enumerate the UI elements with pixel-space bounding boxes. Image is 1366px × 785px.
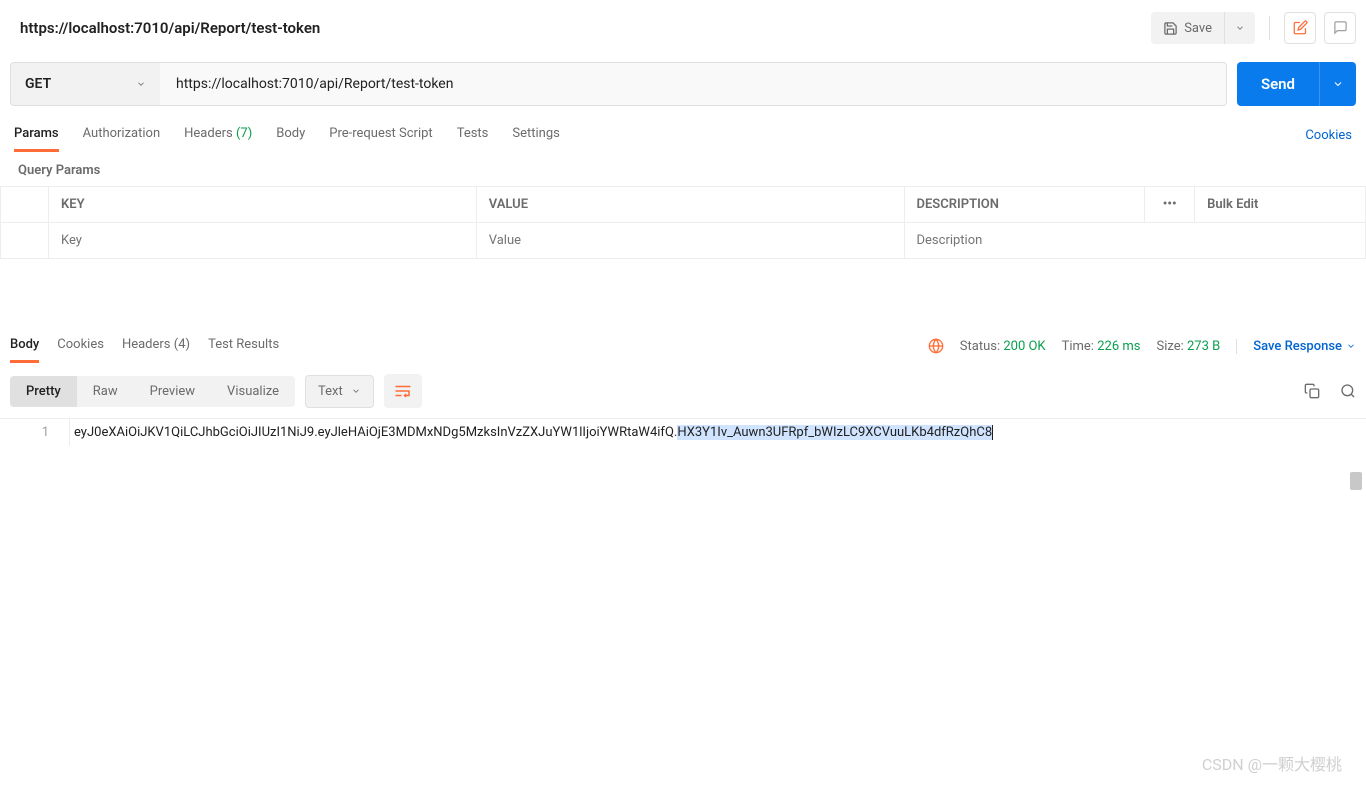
response-headers-label: Headers	[122, 337, 171, 352]
header-actions: Save	[1151, 12, 1356, 44]
line-number: 1	[0, 419, 70, 446]
query-params-label: Query Params	[0, 153, 1366, 186]
copy-button[interactable]	[1304, 383, 1320, 399]
comment-icon	[1333, 20, 1348, 35]
time-label: Time:	[1062, 339, 1094, 354]
col-options[interactable]: •••	[1145, 187, 1195, 223]
send-dropdown[interactable]	[1319, 62, 1356, 106]
response-tab-cookies[interactable]: Cookies	[57, 329, 104, 363]
time-meta: Time: 226 ms	[1062, 339, 1141, 354]
save-label: Save	[1184, 21, 1212, 36]
tab-authorization[interactable]: Authorization	[83, 118, 161, 152]
response-headers-count: (4)	[174, 337, 190, 352]
wrap-icon	[394, 383, 412, 399]
save-response-label: Save Response	[1253, 339, 1342, 354]
checkbox-header	[1, 187, 49, 223]
save-response-link[interactable]: Save Response	[1236, 339, 1356, 354]
save-icon	[1163, 20, 1178, 35]
pencil-icon	[1293, 20, 1308, 35]
tab-params[interactable]: Params	[14, 118, 59, 152]
chevron-down-icon	[1332, 77, 1344, 92]
view-preview[interactable]: Preview	[134, 376, 211, 407]
response-tab-test-results[interactable]: Test Results	[208, 329, 279, 363]
response-body-text[interactable]: eyJ0eXAiOiJKV1QiLCJhbGciOiJIUzI1NiJ9.eyJ…	[70, 419, 1366, 446]
url-container: GET	[10, 62, 1227, 106]
save-button[interactable]: Save	[1151, 12, 1224, 44]
tab-headers-count: (7)	[236, 126, 252, 141]
search-button[interactable]	[1340, 383, 1356, 399]
format-select[interactable]: Text	[305, 375, 374, 408]
tab-headers[interactable]: Headers (7)	[184, 118, 252, 152]
chevron-down-icon	[1346, 339, 1356, 354]
url-input[interactable]	[160, 62, 1227, 106]
send-button-group: Send	[1237, 62, 1356, 106]
cookies-link[interactable]: Cookies	[1305, 128, 1352, 143]
size-meta: Size: 273 B	[1156, 339, 1220, 354]
search-icon	[1340, 383, 1356, 398]
col-desc: DESCRIPTION	[904, 187, 1145, 223]
wrap-toggle[interactable]	[384, 374, 422, 408]
bulk-edit-link[interactable]: Bulk Edit	[1195, 187, 1366, 223]
copy-icon	[1304, 383, 1320, 398]
value-input[interactable]	[489, 233, 892, 248]
save-button-group: Save	[1151, 12, 1255, 44]
col-key: KEY	[49, 187, 477, 223]
send-button[interactable]: Send	[1237, 62, 1319, 106]
size-label: Size:	[1156, 339, 1183, 354]
scrollbar-handle[interactable]	[1350, 472, 1362, 490]
time-value: 226 ms	[1097, 339, 1140, 354]
checkbox-cell[interactable]	[1, 223, 49, 259]
ellipsis-icon: •••	[1163, 197, 1177, 212]
status-value: 200 OK	[1003, 339, 1045, 354]
divider	[1269, 16, 1270, 40]
view-raw[interactable]: Raw	[77, 376, 134, 407]
chevron-down-icon	[1235, 21, 1245, 36]
edit-button[interactable]	[1284, 12, 1316, 44]
watermark: CSDN @一颗大樱桃	[1202, 751, 1342, 775]
status-meta: Status: 200 OK	[960, 339, 1046, 354]
response-tab-headers[interactable]: Headers (4)	[122, 329, 190, 363]
method-select[interactable]: GET	[10, 62, 160, 106]
request-title: https://localhost:7010/api/Report/test-t…	[20, 19, 320, 37]
table-row	[1, 223, 1366, 259]
response-tab-body[interactable]: Body	[10, 329, 39, 363]
body-plain: eyJ0eXAiOiJKV1QiLCJhbGciOiJIUzI1NiJ9.eyJ…	[74, 425, 677, 440]
tab-settings[interactable]: Settings	[512, 118, 559, 152]
tab-tests[interactable]: Tests	[457, 118, 489, 152]
tab-prerequest[interactable]: Pre-request Script	[329, 118, 432, 152]
view-visualize[interactable]: Visualize	[211, 376, 295, 407]
status-label: Status:	[960, 339, 1000, 354]
desc-input[interactable]	[917, 233, 1354, 248]
format-label: Text	[318, 384, 343, 399]
network-icon[interactable]	[928, 338, 944, 354]
size-value: 273 B	[1187, 339, 1220, 354]
col-value: VALUE	[476, 187, 904, 223]
view-pretty[interactable]: Pretty	[10, 376, 77, 407]
params-table: KEY VALUE DESCRIPTION ••• Bulk Edit	[0, 186, 1366, 259]
view-toggle: Pretty Raw Preview Visualize	[10, 376, 295, 407]
comment-button[interactable]	[1324, 12, 1356, 44]
save-dropdown[interactable]	[1224, 12, 1255, 44]
chevron-down-icon	[136, 76, 146, 92]
tab-headers-label: Headers	[184, 126, 233, 141]
body-highlighted: HX3Y1Iv_Auwn3UFRpf_bWIzLC9XCVuuLKb4dfRzQ…	[677, 425, 993, 440]
tab-body[interactable]: Body	[276, 118, 305, 152]
key-input[interactable]	[61, 233, 464, 248]
chevron-down-icon	[351, 384, 361, 399]
method-label: GET	[25, 76, 51, 92]
